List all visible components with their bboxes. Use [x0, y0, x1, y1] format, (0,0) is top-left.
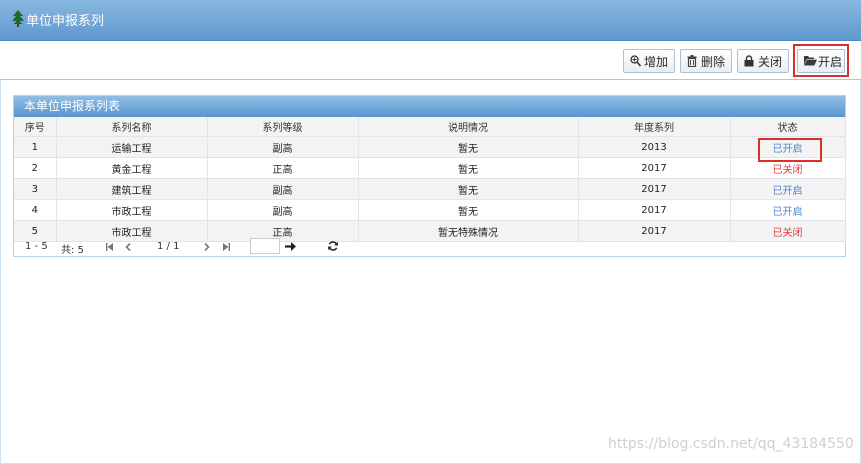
watermark: https://blog.csdn.net/qq_43184550 — [608, 436, 854, 452]
table-header-row: 序号 系列名称 系列等级 说明情况 年度系列 状态 — [14, 117, 846, 137]
delete-button-label: 删除 — [701, 55, 726, 69]
page-number-input[interactable] — [250, 238, 280, 254]
cell-year: 2013 — [578, 136, 731, 158]
pager: 1 - 5 共: 5 1 / 1 — [14, 238, 845, 256]
cell-year: 2017 — [578, 178, 731, 200]
status-highlight — [758, 138, 822, 162]
column-header-status[interactable]: 状态 — [730, 117, 846, 137]
cell-no: 4 — [14, 199, 57, 221]
toolbar: 增加 删除 关闭 开启 — [0, 41, 861, 80]
column-header-desc[interactable]: 说明情况 — [358, 117, 579, 137]
page-title: 单位申报系列 — [26, 14, 105, 29]
cell-no: 2 — [14, 157, 57, 179]
add-button-label: 增加 — [644, 55, 669, 69]
column-header-year[interactable]: 年度系列 — [578, 117, 731, 137]
lock-icon — [744, 55, 754, 67]
cell-name: 运输工程 — [56, 136, 208, 158]
cell-level: 正高 — [207, 157, 359, 179]
status-badge: 已开启 — [730, 178, 846, 200]
cell-year: 2017 — [578, 199, 731, 221]
cell-level: 副高 — [207, 178, 359, 200]
cell-name: 建筑工程 — [56, 178, 208, 200]
delete-button[interactable]: 删除 — [680, 49, 732, 73]
cell-level: 副高 — [207, 199, 359, 221]
table-row[interactable]: 4 市政工程 副高 暂无 2017 已开启 — [14, 199, 846, 221]
cell-year: 2017 — [578, 157, 731, 179]
trash-icon — [687, 55, 697, 67]
panel-title: 本单位申报系列表 — [14, 96, 845, 117]
open-button-highlight — [793, 44, 849, 77]
zoom-in-icon — [630, 55, 641, 67]
pager-range: 1 - 5 — [25, 241, 48, 252]
cell-desc: 暂无 — [358, 178, 579, 200]
cell-no: 1 — [14, 136, 57, 158]
close-button[interactable]: 关闭 — [737, 49, 789, 73]
go-arrow-icon[interactable] — [285, 242, 296, 251]
status-badge: 已开启 — [730, 199, 846, 221]
refresh-icon[interactable] — [328, 241, 338, 251]
add-button[interactable]: 增加 — [623, 49, 675, 73]
table-row[interactable]: 3 建筑工程 副高 暂无 2017 已开启 — [14, 178, 846, 200]
first-page-icon[interactable] — [106, 243, 113, 251]
column-header-level[interactable]: 系列等级 — [207, 117, 359, 137]
cell-desc: 暂无 — [358, 136, 579, 158]
cell-desc: 暂无 — [358, 157, 579, 179]
pager-page: 1 / 1 — [157, 241, 180, 252]
tree-icon — [12, 10, 24, 27]
next-page-icon[interactable] — [204, 243, 210, 251]
table-row[interactable]: 2 黄金工程 正高 暂无 2017 已关闭 — [14, 157, 846, 179]
close-button-label: 关闭 — [758, 55, 783, 69]
cell-desc: 暂无 — [358, 199, 579, 221]
table-row[interactable]: 1 运输工程 副高 暂无 2013 已开启 — [14, 136, 846, 158]
cell-no: 3 — [14, 178, 57, 200]
cell-name: 市政工程 — [56, 199, 208, 221]
series-panel: 本单位申报系列表 序号 系列名称 系列等级 说明情况 年度系列 状态 1 运输工… — [13, 95, 846, 257]
column-header-name[interactable]: 系列名称 — [56, 117, 208, 137]
cell-level: 副高 — [207, 136, 359, 158]
title-bar: 单位申报系列 — [0, 0, 861, 41]
series-table: 序号 系列名称 系列等级 说明情况 年度系列 状态 1 运输工程 副高 暂无 2… — [14, 117, 846, 242]
column-header-no[interactable]: 序号 — [14, 117, 57, 137]
prev-page-icon[interactable] — [125, 243, 131, 251]
pager-total: 共: 5 — [61, 245, 84, 256]
last-page-icon[interactable] — [223, 243, 230, 251]
cell-name: 黄金工程 — [56, 157, 208, 179]
